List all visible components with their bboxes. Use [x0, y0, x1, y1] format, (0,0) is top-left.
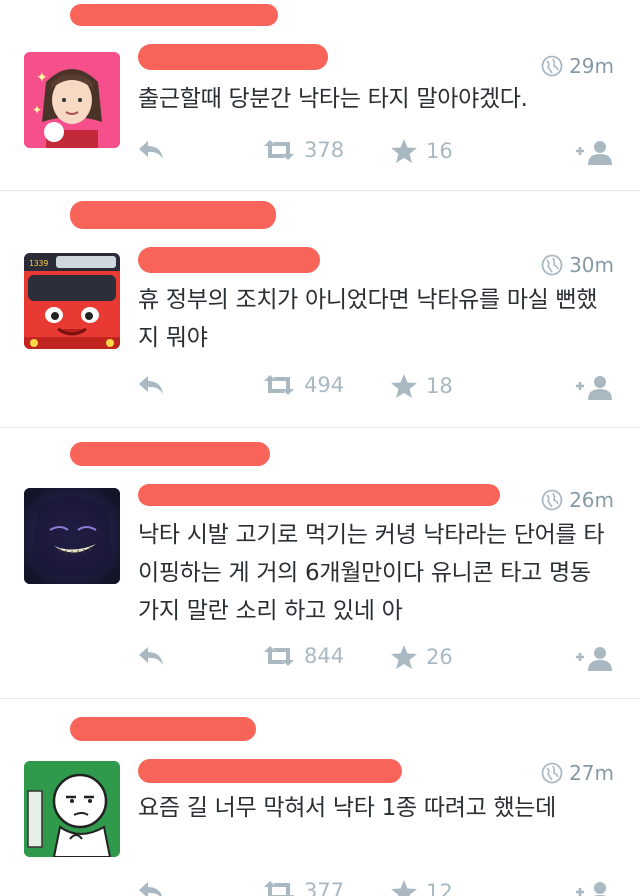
globe-icon: [541, 762, 563, 784]
time-text: 27m: [569, 761, 614, 785]
favorite-count: 26: [426, 645, 453, 669]
star-icon: [391, 374, 417, 398]
tweet-actions: 494 18: [0, 373, 640, 403]
retweet-button[interactable]: 844: [262, 644, 344, 668]
follow-button[interactable]: [574, 373, 614, 401]
tweet-2[interactable]: 1339 30m 휴 정부의 조치가 아니었다면 낙타유를 마실 뻔했지 뭐야: [0, 191, 640, 427]
follow-button[interactable]: [574, 879, 614, 896]
tweet-time: 30m: [541, 253, 614, 277]
meme-face-avatar-icon: [24, 761, 120, 857]
redaction-bar: [138, 759, 402, 783]
reply-icon: [139, 376, 163, 394]
cartoon-man-avatar-icon: ✦ ✦: [24, 52, 120, 148]
tweet-actions: 378 16: [0, 138, 640, 168]
redaction-bar: [138, 484, 500, 506]
tweet-time: 27m: [541, 761, 614, 785]
globe-icon: [541, 254, 563, 276]
favorite-button[interactable]: 18: [390, 373, 453, 399]
retweet-header: [70, 201, 280, 229]
bus-number: 1339: [29, 259, 48, 268]
follow-user-icon: [576, 376, 612, 400]
follow-user-icon: [576, 141, 612, 165]
favorite-button[interactable]: 26: [390, 644, 453, 670]
avatar[interactable]: ✦ ✦: [24, 52, 120, 148]
favorite-button[interactable]: 12: [390, 879, 453, 896]
reply-button[interactable]: [136, 138, 166, 162]
favorite-count: 16: [426, 139, 453, 163]
tweet-text: 휴 정부의 조치가 아니었다면 낙타유를 마실 뻔했지 뭐야: [138, 287, 598, 351]
redaction-bar: [70, 717, 256, 741]
tweet-4[interactable]: 27m 요즘 길 너무 막혀서 낙타 1종 따려고 했는데 377 12: [0, 699, 640, 896]
globe-icon: [541, 55, 563, 77]
retweet-button[interactable]: 377: [262, 879, 344, 896]
tweet-1[interactable]: ✦ ✦ 29m 출근할때 당분간 낙타는 타지 말아야겠다. 378 16: [0, 0, 640, 190]
retweet-count: 494: [304, 373, 345, 397]
time-text: 29m: [569, 54, 614, 78]
retweet-count: 377: [304, 879, 345, 896]
star-icon: [391, 880, 417, 896]
retweet-icon: [264, 881, 294, 896]
favorite-count: 12: [426, 880, 453, 896]
follow-user-icon: [576, 647, 612, 671]
retweet-button[interactable]: 494: [262, 373, 344, 397]
retweet-button[interactable]: 378: [262, 138, 344, 162]
reply-button[interactable]: [136, 879, 166, 896]
avatar[interactable]: 1339: [24, 253, 120, 349]
follow-button[interactable]: [574, 138, 614, 166]
star-icon: [391, 139, 417, 163]
author-name[interactable]: [138, 484, 502, 512]
time-text: 26m: [569, 488, 614, 512]
tweet-time: 29m: [541, 54, 614, 78]
avatar[interactable]: [24, 488, 120, 584]
svg-text:✦: ✦: [36, 70, 48, 86]
globe-icon: [541, 489, 563, 511]
follow-button[interactable]: [574, 644, 614, 672]
redaction-bar: [70, 4, 278, 26]
retweet-count: 844: [304, 644, 345, 668]
retweet-icon: [264, 646, 294, 666]
reply-button[interactable]: [136, 644, 166, 668]
tweet-text: 낙타 시발 고기로 먹기는 커녕 낙타라는 단어를 타이핑하는 게 거의 6개월…: [138, 522, 605, 624]
tweet-text: 요즘 길 너무 막혀서 낙타 1종 따려고 했는데: [138, 795, 557, 821]
red-bus-avatar-icon: 1339: [24, 253, 120, 349]
tweet-3[interactable]: 26m 낙타 시발 고기로 먹기는 커녕 낙타라는 단어를 타이핑하는 게 거의…: [0, 428, 640, 698]
author-name[interactable]: [138, 247, 338, 275]
reply-icon: [139, 882, 162, 896]
redaction-bar: [70, 442, 270, 466]
redaction-bar: [138, 247, 320, 273]
tweet-text: 출근할때 당분간 낙타는 타지 말아야겠다.: [138, 86, 528, 112]
retweet-header: [70, 715, 270, 741]
svg-text:✦: ✦: [32, 103, 42, 117]
follow-user-icon: [576, 882, 606, 896]
tweet-actions: 377 12: [0, 879, 640, 896]
reply-icon: [139, 141, 163, 159]
retweet-icon: [264, 140, 294, 160]
favorite-count: 18: [426, 374, 453, 398]
retweet-header: [70, 440, 280, 466]
retweet-header: [70, 2, 280, 28]
tweet-actions: 844 26: [0, 644, 640, 674]
reply-icon: [139, 647, 163, 665]
redaction-bar: [138, 44, 328, 70]
avatar[interactable]: [24, 761, 120, 857]
dark-grin-avatar-icon: [24, 488, 120, 584]
star-icon: [391, 645, 417, 669]
retweet-count: 378: [304, 138, 345, 162]
time-text: 30m: [569, 253, 614, 277]
author-name[interactable]: [138, 44, 338, 72]
retweet-icon: [264, 375, 294, 395]
favorite-button[interactable]: 16: [390, 138, 453, 164]
reply-button[interactable]: [136, 373, 166, 397]
author-name[interactable]: [138, 759, 408, 787]
redaction-bar: [70, 201, 276, 229]
tweet-time: 26m: [541, 488, 614, 512]
